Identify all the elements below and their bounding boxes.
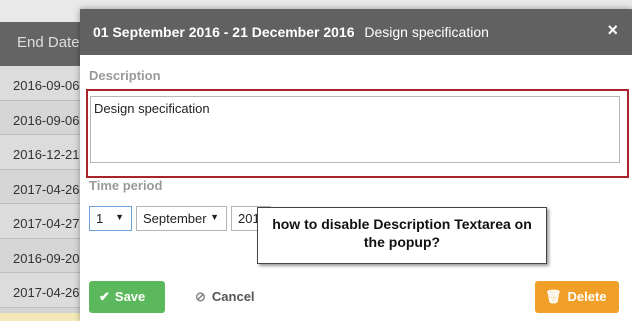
save-button[interactable]: ✔ Save [89,281,165,313]
close-icon[interactable]: × [607,20,618,41]
modal-header: 01 September 2016 - 21 December 2016 Des… [80,9,632,55]
save-button-label: Save [114,289,146,304]
day-select[interactable]: 1 ▼ [89,206,132,231]
trash-icon: 🗑 [545,289,562,304]
delete-button[interactable]: 🗑 Delete [535,281,619,313]
check-icon: ✔ [99,289,110,304]
description-label: Description [89,68,161,83]
cancel-button[interactable]: ⊘ Cancel [195,289,255,305]
time-period-label: Time period [89,178,163,193]
delete-button-label: Delete [567,289,607,304]
month-select-value: September [143,211,207,226]
caret-down-icon: ▼ [115,212,124,222]
end-date-column-header[interactable]: End Date [0,22,80,66]
month-select[interactable]: September ▼ [136,206,227,231]
description-textarea[interactable]: Design specification [90,96,620,163]
cancel-button-label: Cancel [211,289,255,304]
edit-task-modal: 01 September 2016 - 21 December 2016 Des… [80,9,632,321]
day-select-value: 1 [96,211,104,226]
ban-icon: ⊘ [195,289,206,304]
caret-down-icon: ▼ [210,212,219,222]
modal-title-subtitle: Design specification [364,24,489,40]
annotation-callout: how to disable Description Textarea on t… [257,207,547,264]
modal-title-dates: 01 September 2016 - 21 December 2016 [93,24,355,40]
